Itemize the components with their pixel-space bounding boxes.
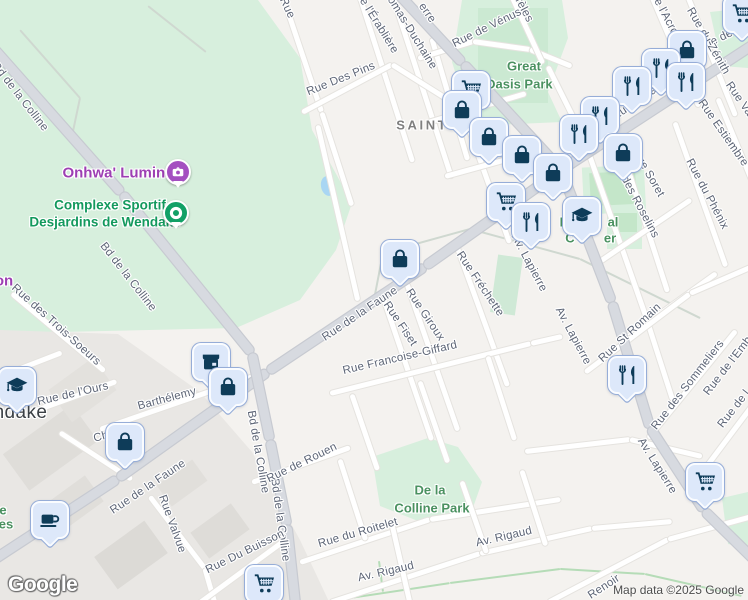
complexe-sportif-pin[interactable] [163, 200, 189, 229]
restaurant-pin[interactable] [560, 115, 598, 153]
park-label: Great [507, 58, 541, 74]
poi-label-recreation: Complexe Sportif [54, 197, 166, 213]
bag-icon [220, 377, 236, 396]
bag-icon [514, 145, 530, 164]
bag-icon [454, 100, 470, 119]
restaurant-pin[interactable] [608, 356, 646, 394]
dot-icon [169, 206, 183, 220]
bag-icon [392, 249, 408, 268]
bag-pin[interactable] [209, 368, 247, 406]
onhwa-lumina-pin[interactable] [165, 159, 191, 188]
graduation-pin[interactable] [563, 197, 601, 235]
bag-icon [615, 143, 631, 162]
bag-icon [117, 432, 133, 451]
graduation-icon [6, 377, 28, 392]
restaurant-pin[interactable] [667, 63, 705, 101]
restaurant-icon [618, 365, 635, 385]
bag-pin[interactable] [106, 423, 144, 461]
poi-label-attraction: on [0, 272, 14, 290]
graduation-icon [571, 207, 593, 222]
cart-icon [732, 4, 748, 23]
park-label: e [0, 502, 7, 518]
bag-pin[interactable] [381, 240, 419, 278]
restaurant-icon [677, 72, 694, 92]
restaurant-icon [570, 124, 587, 144]
google-logo[interactable]: Google [8, 573, 78, 597]
restaurant-pin[interactable] [613, 67, 651, 105]
bag-icon [545, 163, 561, 182]
park-label: al [607, 214, 619, 230]
cart-pin[interactable] [686, 463, 724, 501]
bag-pin[interactable] [604, 134, 642, 172]
cart-icon [695, 472, 715, 491]
coffee-pin[interactable] [31, 501, 69, 539]
camera-icon [172, 167, 184, 177]
park-label: es [0, 516, 14, 532]
park-label: Colline Park [394, 500, 470, 516]
bag-pin[interactable] [534, 154, 572, 192]
bag-icon [481, 127, 497, 146]
restaurant-pin[interactable] [512, 203, 550, 241]
park-label: De la [414, 482, 446, 498]
poi-label-recreation: Desjardins de Wendake [29, 214, 181, 230]
coffee-icon [40, 514, 60, 527]
cart-icon [254, 574, 274, 593]
map-canvas[interactable]: Google Map data ©2025 Google Bd de la Co… [0, 0, 748, 600]
graduation-pin[interactable] [0, 367, 36, 405]
cart-pin[interactable] [723, 0, 748, 33]
restaurant-icon [623, 76, 640, 96]
poi-label-attraction: Onhwa' Lumina [62, 164, 174, 182]
cart-pin[interactable] [245, 565, 283, 600]
restaurant-icon [522, 212, 539, 232]
park-label: Oasis Park [485, 76, 553, 92]
map-attribution: Map data ©2025 Google [613, 583, 744, 597]
park-label: er [603, 230, 617, 246]
